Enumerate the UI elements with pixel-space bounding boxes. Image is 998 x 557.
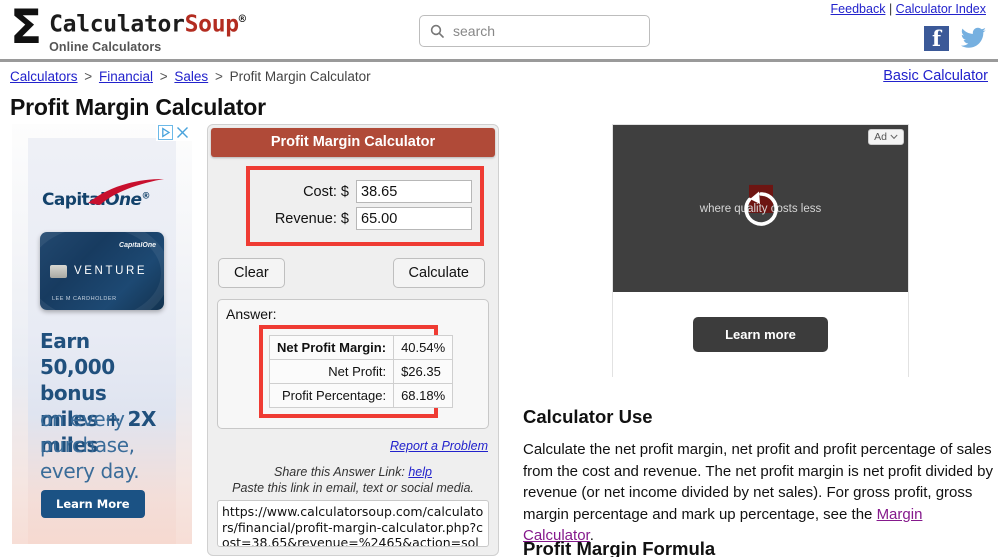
basic-calculator-link[interactable]: Basic Calculator: [883, 68, 988, 84]
replay-spinner-icon[interactable]: [740, 188, 782, 230]
net-profit-margin-value: 40.54%: [393, 335, 454, 360]
table-row: Profit Percentage: 68.18%: [268, 383, 454, 408]
revenue-field-row: Revenue: $: [258, 207, 472, 230]
report-problem-link[interactable]: Report a Problem: [390, 439, 488, 453]
profit-percentage-value: 68.18%: [393, 383, 454, 408]
answer-label: Answer:: [226, 306, 277, 322]
use-text-part1: Calculate the net profit margin, net pro…: [523, 441, 993, 523]
ad-badge-label: Ad: [874, 131, 887, 143]
logo-wordmark: CalculatorSoup®: [49, 7, 246, 38]
card-chip-icon: [50, 265, 67, 278]
table-row: Net Profit: $26.35: [268, 359, 454, 384]
header-links: Feedback | Calculator Index: [831, 2, 986, 16]
breadcrumb-row: Calculators > Financial > Sales > Profit…: [0, 62, 998, 92]
basic-calculator: Basic Calculator: [883, 68, 988, 84]
ad-learn-more-button[interactable]: Learn more: [693, 317, 828, 352]
breadcrumb-item-current: Profit Margin Calculator: [229, 69, 371, 84]
answer-panel: Answer: Net Profit Margin: 40.54% Net Pr…: [217, 299, 489, 429]
breadcrumb-item-financial[interactable]: Financial: [99, 69, 153, 84]
answer-highlight-box: Net Profit Margin: 40.54% Net Profit: $2…: [259, 325, 454, 418]
net-profit-value: $26.35: [393, 359, 454, 384]
swoosh-icon: [88, 179, 164, 205]
card-holder-name: LEE M CARDHOLDER: [52, 296, 117, 302]
share-url-textarea[interactable]: https://www.calculatorsoup.com/calculato…: [217, 500, 489, 547]
twitter-icon[interactable]: [959, 26, 986, 51]
capital-one-logo: CapitalOne®: [42, 179, 164, 224]
sigma-icon: Σ: [10, 0, 43, 55]
revenue-label: Revenue: $: [274, 210, 349, 227]
search-input[interactable]: search: [419, 15, 650, 47]
logo-name-soup: Soup: [184, 11, 240, 38]
credit-card-image: CapitalOne VENTURE LEE M CARDHOLDER: [40, 232, 164, 310]
share-hint: Paste this link in email, text or social…: [232, 481, 474, 495]
registered-mark-icon: ®: [238, 12, 246, 26]
logo-name-calculator: Calculator: [49, 11, 185, 38]
breadcrumb-separator: >: [159, 69, 168, 84]
cost-field-row: Cost: $: [258, 180, 472, 203]
revenue-input[interactable]: [356, 207, 472, 230]
calculator-use-heading: Calculator Use: [523, 406, 653, 428]
calculate-button[interactable]: Calculate: [392, 258, 485, 288]
breadcrumb-item-sales[interactable]: Sales: [174, 69, 208, 84]
net-profit-label: Net Profit:: [268, 359, 395, 384]
left-sidebar-advertisement[interactable]: CapitalOne® CapitalOne VENTURE LEE M CAR…: [12, 124, 192, 544]
ad-media-area: where quality costs less Ad: [613, 125, 908, 292]
card-product-name: VENTURE: [74, 265, 147, 277]
social-links: f: [924, 26, 986, 51]
cost-label: Cost: $: [303, 183, 349, 200]
calculator-title: Profit Margin Calculator: [211, 128, 495, 157]
card-brand-mark: CapitalOne: [119, 242, 156, 249]
ad-footer: Learn more: [613, 292, 908, 377]
calculator-buttons: Clear Calculate: [218, 258, 485, 288]
search-icon: [430, 24, 444, 38]
clear-button[interactable]: Clear: [218, 258, 285, 288]
breadcrumb-item-calculators[interactable]: Calculators: [10, 69, 78, 84]
adchoices-icon[interactable]: [158, 125, 173, 140]
calculator-index-link[interactable]: Calculator Index: [896, 2, 986, 16]
ad-controls: [156, 124, 192, 141]
table-row: Net Profit Margin: 40.54%: [268, 335, 454, 360]
breadcrumb-separator: >: [214, 69, 223, 84]
ad-creative: CapitalOne® CapitalOne VENTURE LEE M CAR…: [28, 138, 176, 544]
logo-subtitle: Online Calculators: [49, 39, 162, 54]
profit-percentage-label: Profit Percentage:: [268, 383, 395, 408]
answer-table: Net Profit Margin: 40.54% Net Profit: $2…: [268, 335, 454, 408]
net-profit-margin-label: Net Profit Margin:: [268, 335, 395, 360]
card-name-text: VENTURE: [74, 265, 148, 277]
report-problem-row: Report a Problem: [208, 439, 488, 453]
share-help-link[interactable]: help: [408, 465, 432, 479]
ad-subline: on every purchase, every day.: [40, 407, 140, 483]
calculator-use-paragraph: Calculate the net profit margin, net pro…: [523, 439, 993, 547]
cost-input[interactable]: [356, 180, 472, 203]
facebook-icon[interactable]: f: [924, 26, 949, 51]
profit-margin-formula-heading: Profit Margin Formula: [523, 538, 716, 557]
link-separator: |: [888, 2, 893, 16]
share-section: Share this Answer Link: help Paste this …: [208, 465, 498, 495]
site-logo[interactable]: Σ CalculatorSoup® Online Calculators: [10, 4, 246, 54]
ad-learn-more-button[interactable]: Learn More: [41, 490, 145, 518]
search-placeholder: search: [453, 23, 496, 39]
page-title: Profit Margin Calculator: [10, 94, 266, 120]
calculator-panel: Profit Margin Calculator Cost: $ Revenue…: [207, 124, 499, 556]
feedback-link[interactable]: Feedback: [831, 2, 886, 16]
breadcrumb-separator: >: [84, 69, 93, 84]
ad-badge[interactable]: Ad: [868, 129, 904, 145]
share-label: Share this Answer Link:: [274, 465, 405, 479]
inputs-highlight-box: Cost: $ Revenue: $: [246, 166, 484, 246]
chevron-down-icon: [890, 134, 898, 140]
breadcrumb: Calculators > Financial > Sales > Profit…: [10, 69, 371, 84]
close-icon[interactable]: [175, 125, 190, 140]
site-header: Σ CalculatorSoup® Online Calculators sea…: [0, 0, 998, 62]
right-advertisement[interactable]: where quality costs less Ad Learn more: [612, 124, 909, 377]
